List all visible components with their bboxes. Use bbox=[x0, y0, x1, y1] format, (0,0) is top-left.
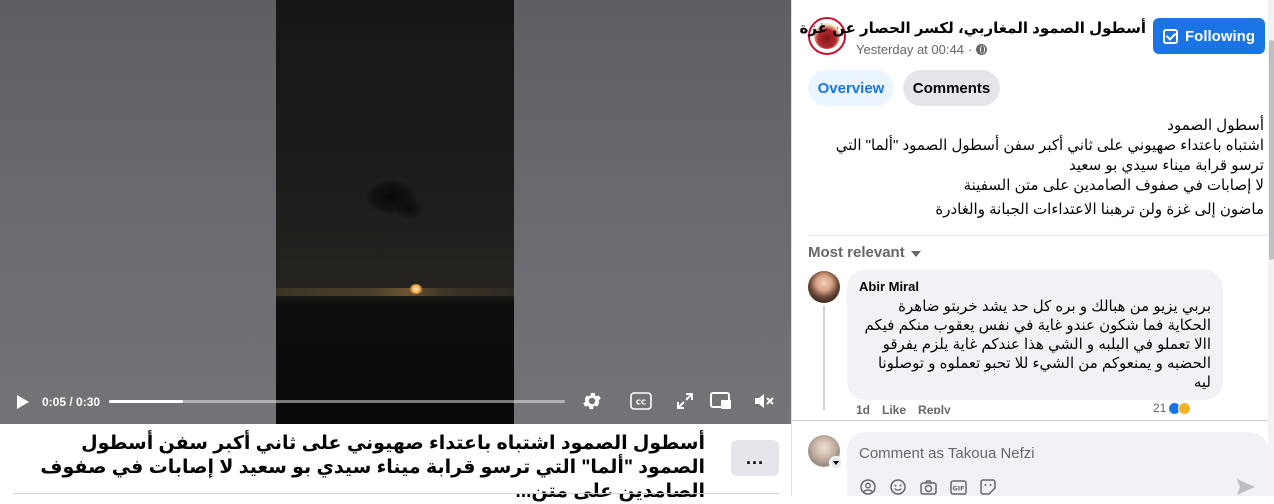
time-separator: / bbox=[66, 395, 77, 409]
sticker-icon[interactable] bbox=[979, 478, 997, 496]
comment-author[interactable]: Abir Miral bbox=[859, 279, 919, 294]
post-side-panel: أسطول الصمود المغاربي، لكسر الحصار عن غز… bbox=[791, 0, 1274, 496]
globe-icon bbox=[976, 44, 988, 55]
video-letterbox-left bbox=[0, 0, 276, 424]
avatar[interactable] bbox=[808, 271, 840, 303]
progress-bar[interactable] bbox=[109, 400, 565, 403]
following-button[interactable]: Following bbox=[1153, 18, 1265, 54]
svg-text:CC: CC bbox=[636, 399, 646, 407]
comment-actions: 1d Like Reply bbox=[856, 404, 951, 414]
comment-bubble: Abir Miral بربي يزيو من هبالك و بره كل ح… bbox=[847, 270, 1223, 400]
tab-overview[interactable]: Overview bbox=[808, 70, 894, 106]
post-line: لا إصابات في صفوف الصامدين على متن السفي… bbox=[963, 177, 1264, 194]
comment-composer: GIF bbox=[847, 432, 1268, 496]
avatar-sticker-icon[interactable] bbox=[859, 478, 877, 496]
video-player[interactable]: 0:05 / 0:30 CC bbox=[0, 0, 791, 424]
fullscreen-icon[interactable] bbox=[674, 390, 696, 412]
comment-reactions[interactable]: 21 bbox=[1153, 402, 1192, 414]
video-controls: 0:05 / 0:30 CC bbox=[0, 380, 791, 424]
muted-speaker-icon[interactable] bbox=[752, 389, 776, 413]
following-check-icon bbox=[1163, 28, 1178, 44]
post-time-separator: · bbox=[967, 42, 973, 57]
page-name-text: أسطول الصمود المغاربي، لكسر الحصار عن غز… bbox=[799, 20, 1146, 37]
comment-sort-label: Most relevant bbox=[808, 244, 905, 261]
comment-like-link[interactable]: Like bbox=[882, 404, 906, 414]
emoji-icon[interactable] bbox=[889, 478, 907, 496]
video-frame bbox=[276, 0, 514, 424]
chevron-down-icon[interactable] bbox=[829, 456, 843, 470]
gif-icon[interactable]: GIF bbox=[949, 478, 967, 496]
comment-thread-line bbox=[823, 306, 825, 410]
horizon-lights bbox=[276, 288, 514, 296]
video-time: 0:05 / 0:30 bbox=[42, 395, 100, 409]
current-time: 0:05 bbox=[42, 395, 67, 409]
smoke-cloud-trail bbox=[394, 198, 424, 220]
reaction-count: 21 bbox=[1153, 402, 1167, 414]
caption-divider bbox=[14, 493, 779, 494]
comment-reply-link[interactable]: Reply bbox=[918, 404, 951, 414]
chevron-down-icon bbox=[910, 250, 921, 257]
comment-text: بربي يزيو من هبالك و بره كل حد يشد خربتو… bbox=[864, 298, 1211, 391]
gif-icon-label: GIF bbox=[952, 484, 964, 492]
composer-divider bbox=[792, 420, 1268, 421]
comment-age[interactable]: 1d bbox=[856, 404, 870, 414]
captions-icon[interactable]: CC bbox=[629, 391, 653, 411]
tab-comments[interactable]: Comments bbox=[903, 70, 1000, 106]
post-line: اشتباه باعتداء صهيوني على ثاني أكبر سفن … bbox=[835, 137, 1264, 174]
more-options-button[interactable]: ... bbox=[731, 440, 779, 476]
post-line: أسطول الصمود bbox=[1167, 117, 1264, 134]
haha-reaction-icon bbox=[1178, 402, 1192, 414]
composer-toolbar: GIF bbox=[859, 478, 997, 496]
camera-icon[interactable] bbox=[919, 478, 937, 496]
progress-bar-fill bbox=[109, 400, 184, 403]
comment-sort-dropdown[interactable]: Most relevant bbox=[808, 244, 921, 261]
fire-glow bbox=[409, 284, 423, 294]
comment-input[interactable] bbox=[859, 442, 1239, 464]
post-line: ماضون إلى غزة ولن ترهبنا الاعتداءات الجب… bbox=[935, 201, 1264, 218]
duration: 0:30 bbox=[76, 395, 101, 409]
play-icon[interactable] bbox=[12, 390, 34, 414]
picture-in-picture-icon[interactable] bbox=[709, 390, 733, 412]
comments-divider bbox=[808, 235, 1268, 236]
page-name[interactable]: أسطول الصمود المغاربي، لكسر الحصار عن غز… bbox=[800, 19, 1146, 37]
post-body: أسطول الصمود اشتباه باعتداء صهيوني على ث… bbox=[814, 116, 1264, 220]
panel-scrollbar-thumb[interactable] bbox=[1269, 40, 1274, 260]
send-icon[interactable] bbox=[1236, 478, 1256, 496]
following-label: Following bbox=[1185, 27, 1255, 45]
post-timestamp[interactable]: Yesterday at 00:44 · bbox=[856, 42, 988, 57]
post-time-text: Yesterday at 00:44 bbox=[856, 42, 964, 57]
video-letterbox-right bbox=[514, 0, 791, 424]
settings-gear-icon[interactable] bbox=[580, 389, 604, 413]
video-caption-area: أسطول الصمود اشتباه باعتداء صهيوني على ث… bbox=[0, 424, 791, 502]
